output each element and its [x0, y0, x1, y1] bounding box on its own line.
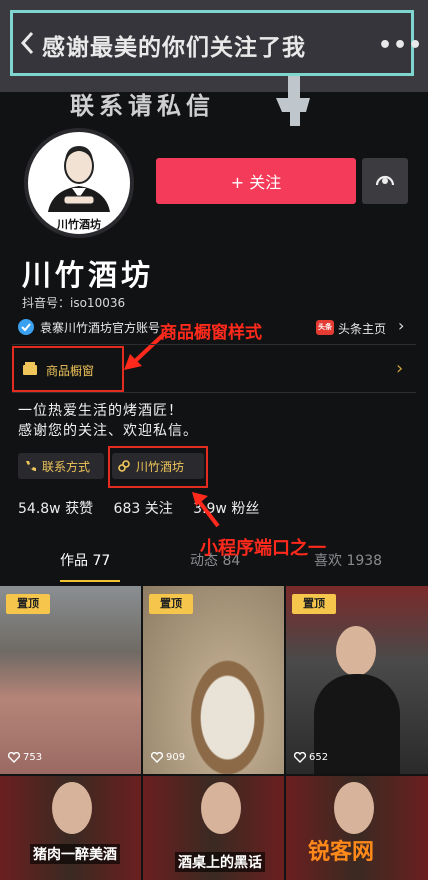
friends-button[interactable]: [362, 158, 408, 204]
account-name: 川竹酒坊: [22, 258, 155, 292]
pinned-badge: 置顶: [149, 594, 193, 614]
pointing-hand-icon: [276, 76, 310, 126]
tab-works[interactable]: 作品 77: [60, 550, 110, 570]
heart-icon: [8, 752, 20, 763]
tile-likes: 753: [8, 752, 42, 763]
tile-likes: 909: [151, 752, 185, 763]
pinned-badge: 置顶: [6, 594, 50, 614]
more-icon[interactable]: •••: [378, 33, 423, 58]
video-tile[interactable]: 置顶 753: [0, 586, 141, 774]
private-message-note: 联系请私信: [70, 92, 215, 120]
tile-caption: 猪肉一醉美酒: [30, 844, 120, 864]
annotation-shop-style: 商品橱窗样式: [160, 323, 262, 343]
person-face-icon: [201, 782, 241, 834]
heart-icon: [294, 752, 306, 763]
shop-window-link[interactable]: 商品橱窗: [46, 362, 94, 379]
person-face-icon: [334, 782, 374, 834]
banner-caption: 感谢最美的你们关注了我: [42, 35, 306, 61]
active-tab-indicator: [60, 580, 120, 582]
mini-program-highlight: [108, 446, 208, 488]
bio-line: 一位热爱生活的烤酒匠！: [18, 403, 183, 419]
following-count[interactable]: 683 关注: [114, 501, 173, 517]
video-tile[interactable]: 酒桌上的黑话: [143, 776, 284, 880]
annotation-mini-program: 小程序端口之一: [200, 538, 326, 559]
phone-icon: [26, 461, 36, 471]
pinned-badge: 置顶: [292, 594, 336, 614]
divider: [12, 392, 416, 393]
toutiao-badge[interactable]: 头条: [316, 320, 334, 335]
contact-info-button[interactable]: 联系方式: [18, 453, 104, 479]
video-tile[interactable]: 猪肉一醉美酒: [0, 776, 141, 880]
toutiao-chevron-icon[interactable]: ›: [398, 316, 404, 335]
tile-likes: 652: [294, 752, 328, 763]
watermark-logo: 锐客网: [308, 839, 375, 865]
heart-icon: [151, 752, 163, 763]
annotation-arrow-icon: [124, 332, 166, 370]
follow-button[interactable]: + 关注: [156, 158, 356, 204]
tile-caption: 酒桌上的黑话: [175, 852, 265, 872]
back-arrow-icon[interactable]: [18, 30, 38, 56]
avatar-label: 川竹酒坊: [57, 218, 101, 231]
verified-check-icon: [18, 319, 34, 335]
avatar[interactable]: 川竹酒坊: [24, 128, 134, 238]
toutiao-homepage-link[interactable]: 头条主页: [338, 320, 386, 337]
douyin-id: 抖音号：iso10036: [22, 296, 126, 310]
contact-info-label: 联系方式: [42, 459, 91, 474]
person-face-icon: [336, 626, 376, 676]
likes-count[interactable]: 54.8w 获赞: [18, 501, 93, 517]
video-tile[interactable]: 置顶 909: [143, 586, 284, 774]
video-tile[interactable]: 置顶 652: [286, 586, 428, 774]
shop-chevron-icon[interactable]: ›: [396, 358, 403, 379]
bio-line: 感谢您的关注、欢迎私信。: [18, 423, 198, 439]
shop-icon: [23, 362, 37, 375]
video-tile[interactable]: 锐客网: [286, 776, 428, 880]
annotation-arrow-icon: [192, 492, 220, 528]
person-face-icon: [52, 782, 92, 834]
divider: [12, 344, 416, 345]
add-friend-icon: [375, 175, 395, 186]
